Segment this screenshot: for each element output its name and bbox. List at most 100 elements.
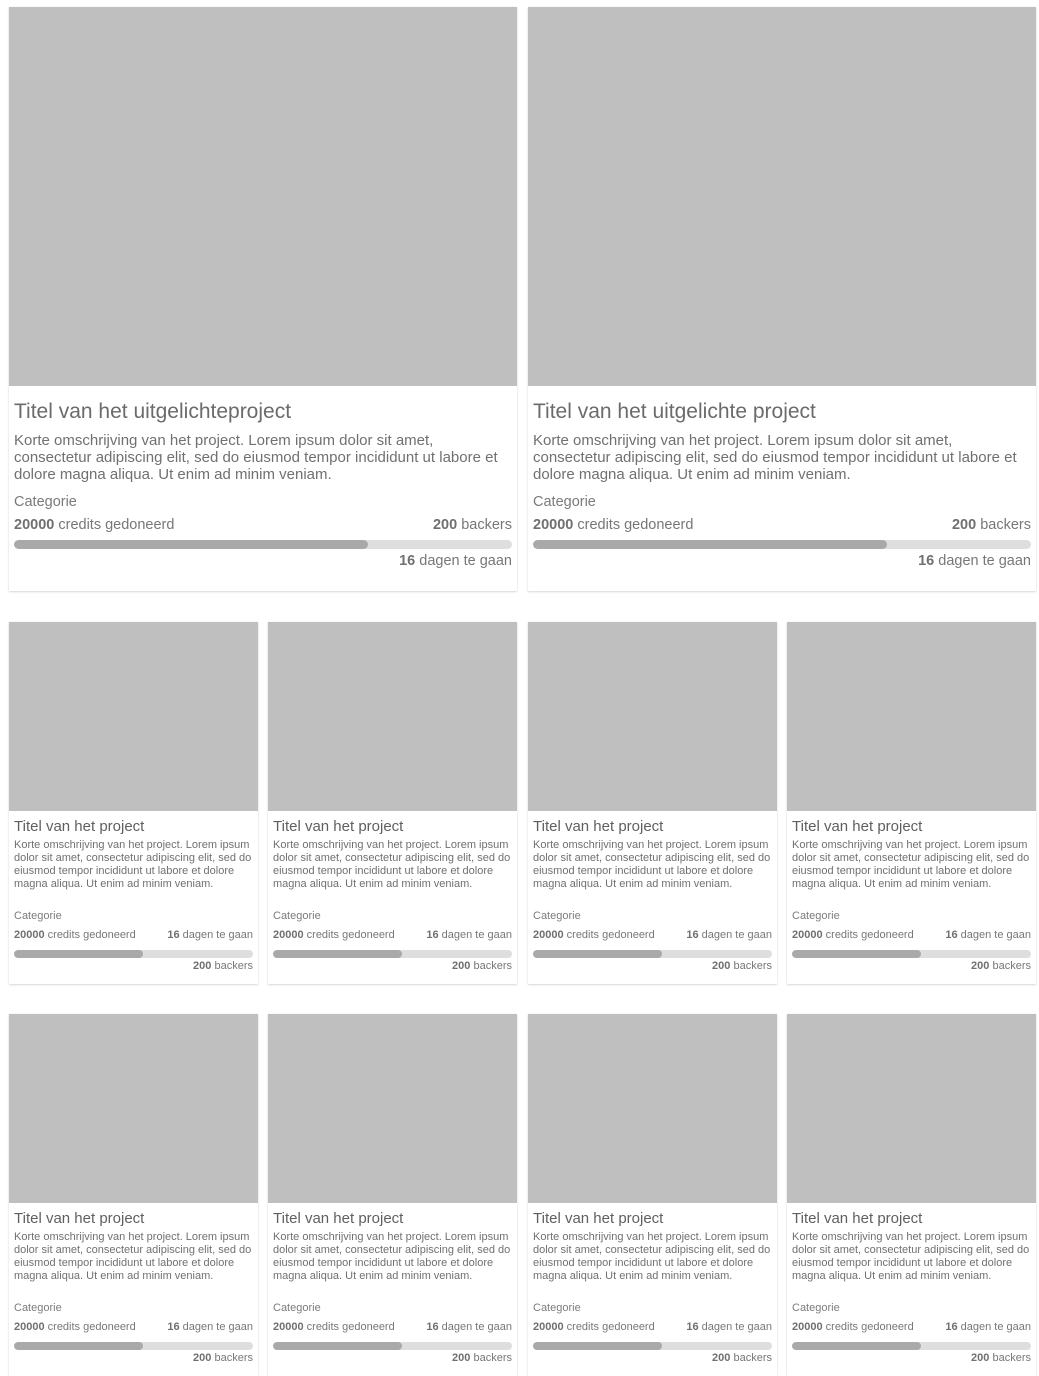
backers-label: backers [461, 517, 512, 533]
project-stats: 20000 credits gedoneerd 16 dagen te gaan [792, 929, 1031, 942]
backers-count: 200 backers [792, 960, 1031, 973]
days-remaining: 16 dagen te gaan [167, 1321, 253, 1334]
days-remaining: 16 dagen te gaan [533, 552, 1031, 570]
credits-value: 20000 [533, 929, 564, 941]
project-stats: 20000 credits gedoneerd 16 dagen te gaan [14, 1321, 253, 1334]
project-description: Korte omschrijving van het project. Lore… [14, 432, 498, 483]
funding-progress-bar [273, 1342, 512, 1350]
featured-project-card[interactable]: Titel van het uitgelichte project Korte … [528, 7, 1036, 591]
project-image [528, 7, 1036, 386]
project-image [528, 622, 777, 811]
credits-label: credits gedoneerd [825, 1321, 914, 1333]
project-stats: 20000 credits gedoneerd 16 dagen te gaan [533, 1321, 772, 1334]
days-value: 16 [426, 929, 439, 941]
backers-label: backers [214, 960, 253, 972]
credits-label: credits gedoneerd [58, 517, 175, 533]
project-title: Titel van het project [533, 1210, 664, 1227]
project-card[interactable]: Titel van het project Korte omschrijving… [9, 1014, 258, 1376]
credits-donated: 20000 credits gedoneerd [792, 929, 914, 942]
project-card[interactable]: Titel van het project Korte omschrijving… [9, 622, 258, 984]
project-description: Korte omschrijving van het project. Lore… [792, 1231, 1030, 1282]
project-image [9, 1014, 258, 1203]
credits-value: 20000 [792, 1321, 823, 1333]
project-stats: 20000 credits gedoneerd 200 backers [533, 516, 1031, 534]
funding-progress-bar [273, 950, 512, 958]
project-title: Titel van het project [14, 818, 145, 835]
project-description: Korte omschrijving van het project. Lore… [792, 839, 1030, 890]
project-card[interactable]: Titel van het project Korte omschrijving… [528, 622, 777, 984]
days-value: 16 [686, 929, 699, 941]
backers-count: 200 backers [273, 960, 512, 973]
project-category: Categorie [533, 494, 596, 510]
project-category: Categorie [792, 910, 840, 922]
days-label: dagen te gaan [441, 1321, 512, 1333]
project-image [268, 1014, 517, 1203]
project-title: Titel van het project [14, 1210, 145, 1227]
backers-count: 200 backers [14, 960, 253, 973]
project-description: Korte omschrijving van het project. Lore… [14, 839, 252, 890]
days-value: 16 [686, 1321, 699, 1333]
project-stats: 20000 credits gedoneerd 200 backers [14, 516, 512, 534]
funding-progress-bar [14, 540, 512, 549]
credits-donated: 20000 credits gedoneerd [14, 1321, 136, 1334]
project-title: Titel van het project [533, 818, 664, 835]
credits-donated: 20000 credits gedoneerd [533, 516, 693, 534]
credits-label: credits gedoneerd [566, 929, 655, 941]
backers-value: 200 [193, 1352, 212, 1364]
project-card[interactable]: Titel van het project Korte omschrijving… [528, 1014, 777, 1376]
days-remaining: 16 dagen te gaan [686, 1321, 772, 1334]
project-stats: 20000 credits gedoneerd 16 dagen te gaan [273, 929, 512, 942]
funding-progress-fill [14, 1342, 144, 1350]
project-description: Korte omschrijving van het project. Lore… [14, 1231, 252, 1282]
project-image [787, 1014, 1036, 1203]
backers-label: backers [473, 1352, 512, 1364]
project-card[interactable]: Titel van het project Korte omschrijving… [268, 622, 517, 984]
funding-progress-fill [273, 950, 403, 958]
credits-label: credits gedoneerd [47, 1321, 136, 1333]
days-value: 16 [167, 1321, 180, 1333]
funding-progress-fill [792, 1342, 922, 1350]
backers-count: 200 backers [14, 1352, 253, 1365]
backers-count: 200 backers [433, 516, 512, 534]
project-title: Titel van het project [273, 818, 404, 835]
backers-label: backers [733, 1352, 772, 1364]
days-remaining: 16 dagen te gaan [426, 929, 512, 942]
credits-value: 20000 [273, 1321, 304, 1333]
credits-donated: 20000 credits gedoneerd [14, 929, 136, 942]
credits-donated: 20000 credits gedoneerd [273, 1321, 395, 1334]
days-value: 16 [918, 553, 935, 569]
backers-label: backers [733, 960, 772, 972]
project-description: Korte omschrijving van het project. Lore… [273, 839, 511, 890]
credits-value: 20000 [273, 929, 304, 941]
backers-count: 200 backers [533, 1352, 772, 1365]
backers-label: backers [992, 1352, 1031, 1364]
project-title: Titel van het uitgelichte project [533, 400, 816, 423]
backers-count: 200 backers [533, 960, 772, 973]
project-title: Titel van het uitgelichteproject [14, 400, 292, 423]
days-label: dagen te gaan [419, 553, 512, 569]
days-remaining: 16 dagen te gaan [426, 1321, 512, 1334]
funding-progress-bar [14, 1342, 253, 1350]
credits-value: 20000 [533, 517, 574, 533]
days-remaining: 16 dagen te gaan [945, 1321, 1031, 1334]
project-category: Categorie [533, 910, 581, 922]
days-label: dagen te gaan [182, 1321, 253, 1333]
funding-progress-bar [14, 950, 253, 958]
project-description: Korte omschrijving van het project. Lore… [533, 839, 771, 890]
backers-label: backers [214, 1352, 253, 1364]
credits-value: 20000 [14, 929, 45, 941]
days-label: dagen te gaan [938, 553, 1031, 569]
days-label: dagen te gaan [960, 1321, 1031, 1333]
credits-donated: 20000 credits gedoneerd [14, 516, 174, 534]
project-image [9, 7, 517, 386]
backers-value: 200 [193, 960, 212, 972]
project-stats: 20000 credits gedoneerd 16 dagen te gaan [792, 1321, 1031, 1334]
project-card[interactable]: Titel van het project Korte omschrijving… [268, 1014, 517, 1376]
funding-progress-fill [273, 1342, 403, 1350]
project-category: Categorie [533, 1302, 581, 1314]
featured-project-card[interactable]: Titel van het uitgelichteproject Korte o… [9, 7, 517, 591]
funding-progress-bar [533, 540, 1031, 549]
project-card[interactable]: Titel van het project Korte omschrijving… [787, 1014, 1036, 1376]
project-card[interactable]: Titel van het project Korte omschrijving… [787, 622, 1036, 984]
days-label: dagen te gaan [701, 1321, 772, 1333]
